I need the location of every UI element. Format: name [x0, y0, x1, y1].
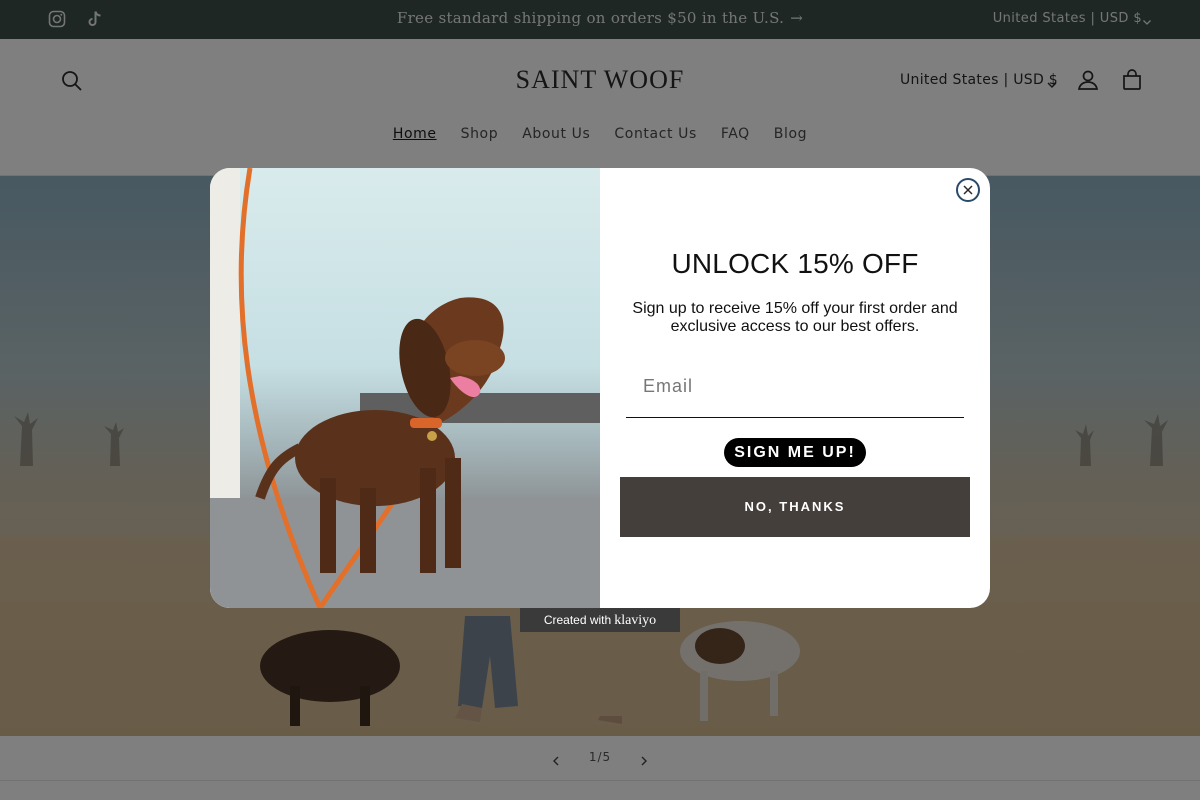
no-thanks-button[interactable]: NO, THANKS	[620, 477, 970, 537]
popup-headline: UNLOCK 15% OFF	[671, 248, 919, 279]
email-input[interactable]	[626, 356, 964, 418]
sign-me-up-button[interactable]: SIGN ME UP!	[724, 438, 866, 467]
klaviyo-logo: klaviyo	[614, 613, 657, 628]
signup-popup: UNLOCK 15% OFF Sign up to receive 15% of…	[210, 168, 990, 608]
klaviyo-badge[interactable]: Created with klaviyo	[520, 608, 680, 632]
close-icon	[963, 185, 973, 195]
badge-prefix: Created with	[543, 613, 612, 627]
dog-leash-photo	[210, 168, 600, 608]
popup-subtext: Sign up to receive 15% off your first or…	[632, 300, 958, 335]
close-popup-button[interactable]	[956, 178, 980, 202]
